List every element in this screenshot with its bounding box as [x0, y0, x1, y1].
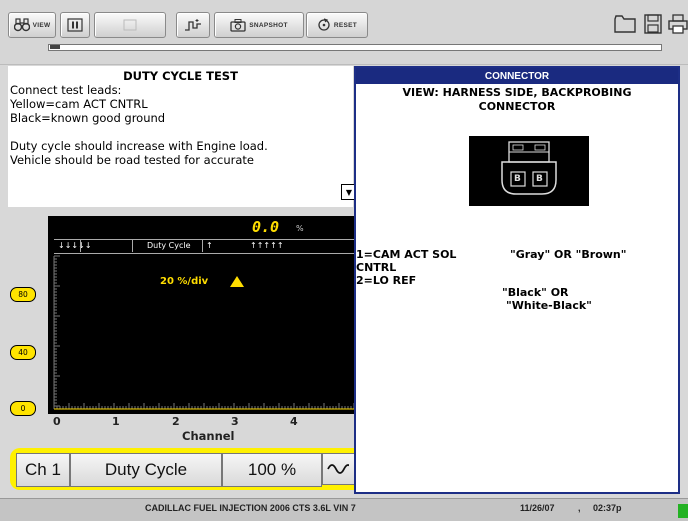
x-tick: 0: [53, 415, 61, 428]
pin-2-description: 2=LO REF: [356, 274, 417, 287]
up-arrow-indicator: ↑: [206, 241, 213, 250]
instruction-line: Black=known good ground: [10, 111, 166, 125]
folder-icon: [614, 15, 636, 33]
y-label-0[interactable]: 0: [10, 401, 36, 416]
reset-icon: [318, 18, 330, 31]
folder-button[interactable]: [614, 12, 636, 36]
record-slider-thumb[interactable]: [50, 45, 60, 49]
snapshot-button-label: SNAPSHOT: [249, 21, 288, 29]
instruction-line: [8, 125, 353, 139]
status-separator: ,: [578, 503, 581, 513]
disabled-toolbar-button[interactable]: [94, 12, 166, 38]
connector-diagram: B B: [469, 136, 589, 206]
connection-status-indicator: [678, 504, 688, 518]
trigger-button[interactable]: [176, 12, 210, 38]
test-title: DUTY CYCLE TEST: [123, 69, 238, 83]
status-bar: CADILLAC FUEL INJECTION 2006 CTS 3.6L VI…: [0, 498, 688, 521]
pin-desc-line: 1=CAM ACT SOL: [356, 248, 457, 261]
wire-color-line: "Black" OR: [502, 286, 569, 299]
reset-button-label: RESET: [333, 21, 358, 29]
pin-1-wire-color: "Gray" OR "Brown": [510, 248, 627, 261]
x-tick: 3: [231, 415, 239, 428]
printer-icon: [668, 14, 688, 34]
instruction-line: Connect test leads:: [10, 83, 122, 97]
disabled-icon: [123, 19, 137, 31]
pin-label: B: [536, 174, 543, 184]
instruction-line: Yellow=cam ACT CNTRL: [10, 97, 148, 111]
header-divider: [80, 239, 81, 252]
vehicle-info: CADILLAC FUEL INJECTION 2006 CTS 3.6L VI…: [145, 503, 356, 513]
y-label-40[interactable]: 40: [10, 345, 36, 360]
down-arrows-indicator: ↓↓↓↓↓: [58, 241, 92, 250]
scale-label: 20 %/div: [160, 276, 209, 287]
view-button-label: VIEW: [32, 21, 51, 29]
camera-icon: [230, 19, 246, 32]
readout-unit: %: [296, 224, 304, 233]
graph-header-bar: ↓↓↓↓↓ Duty Cycle ↑ ↑↑↑↑↑: [54, 239, 358, 254]
status-date: 11/26/07: [520, 503, 555, 513]
connector-subtitle-line: CONNECTOR: [478, 100, 556, 113]
trigger-marker-icon[interactable]: [230, 276, 244, 287]
snapshot-button[interactable]: SNAPSHOT: [214, 12, 304, 38]
connector-title: CONNECTOR: [356, 68, 678, 84]
measurement-button[interactable]: Duty Cycle: [70, 453, 222, 487]
header-divider: [132, 239, 133, 252]
header-channel-label: Duty Cycle: [147, 241, 191, 250]
channel-button[interactable]: Ch 1: [16, 453, 70, 487]
pin-label: B: [514, 174, 521, 184]
duty-cycle-readout: 0.0: [252, 218, 280, 236]
save-button[interactable]: [642, 12, 664, 36]
pin-1-description: 1=CAM ACT SOL CNTRL: [356, 248, 456, 274]
x-tick: 1: [112, 415, 120, 428]
wire-color-line: "White-Black": [506, 299, 592, 312]
instruction-line: Vehicle should be road tested for accura…: [10, 153, 255, 167]
view-button[interactable]: VIEW: [8, 12, 56, 38]
scan-tool-screen: VIEW SNAPSHOT RESET DUTY CYCLE TEST Conn…: [0, 0, 688, 521]
pin-2-wire-color: "Black" OR "White-Black": [502, 286, 592, 312]
x-tick: 4: [290, 415, 298, 428]
binoculars-icon: [13, 18, 30, 32]
record-slider-track[interactable]: [48, 44, 662, 51]
pin-desc-line: CNTRL: [356, 261, 397, 274]
header-divider: [202, 239, 203, 252]
pause-button[interactable]: [60, 12, 90, 38]
x-tick: 2: [172, 415, 180, 428]
up-arrows-indicator: ↑↑↑↑↑: [250, 241, 284, 250]
sine-wave-icon: [327, 464, 349, 474]
x-axis-label: Channel: [182, 429, 235, 443]
connector-diagram-icon: [501, 141, 557, 195]
pause-icon: [67, 18, 83, 32]
scale-button[interactable]: 100 %: [222, 453, 322, 487]
status-time: 02:37p: [593, 503, 622, 513]
save-icon: [644, 14, 662, 34]
reset-button[interactable]: RESET: [306, 12, 368, 38]
y-label-80[interactable]: 80: [10, 287, 36, 302]
connector-subtitle: VIEW: HARNESS SIDE, BACKPROBING CONNECTO…: [362, 86, 672, 114]
test-instructions-panel: DUTY CYCLE TEST Connect test leads: Yell…: [8, 66, 353, 207]
triangle-down-icon: ▼: [345, 187, 353, 197]
print-button[interactable]: [668, 12, 688, 36]
connector-subtitle-line: VIEW: HARNESS SIDE, BACKPROBING: [402, 86, 632, 99]
waveform-trigger-icon: [185, 19, 201, 31]
instruction-line: Duty cycle should increase with Engine l…: [10, 139, 268, 153]
